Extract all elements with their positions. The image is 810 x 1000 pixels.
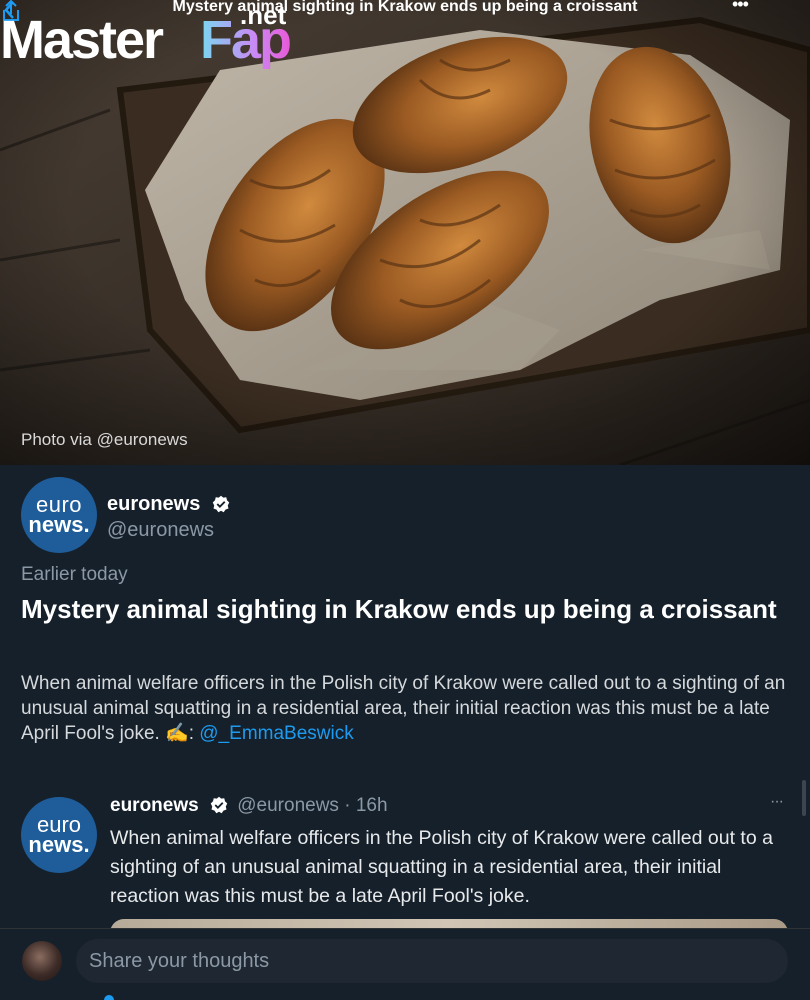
tab-indicator	[104, 995, 114, 1000]
user-avatar[interactable]	[22, 941, 62, 981]
time-label: Earlier today	[21, 564, 128, 585]
tweet-card[interactable]: euro news. euronews @euronews · 16h ··· …	[0, 775, 810, 935]
reply-composer	[0, 928, 810, 1000]
tweet-handle-time: @euronews · 16h	[237, 795, 388, 816]
tweet-header: euronews @euronews · 16h	[110, 795, 388, 817]
author-name: euronews	[107, 493, 201, 515]
author-handle[interactable]: @euronews	[107, 519, 214, 542]
article-summary: When animal welfare officers in the Poli…	[21, 671, 791, 746]
article-headline: Mystery animal sighting in Krakow ends u…	[21, 594, 777, 624]
watermark-text-master: Master	[0, 10, 164, 70]
photo-credit: Photo via @euronews	[21, 430, 188, 449]
tweet-avatar[interactable]: euro news.	[21, 797, 97, 873]
tweet-more-icon[interactable]: ···	[770, 793, 784, 811]
tweet-avatar-line2: news.	[28, 832, 90, 857]
article-card[interactable]: euro news. euronews @euronews Earlier to…	[0, 465, 810, 775]
reply-input[interactable]	[76, 939, 788, 983]
hero-photo[interactable]: Mystery animal sighting in Krakow ends u…	[0, 0, 810, 465]
more-options-icon[interactable]: •••	[732, 0, 749, 15]
verified-badge-icon	[210, 796, 228, 814]
avatar-logo-line2: news.	[28, 512, 90, 537]
scrollbar-thumb[interactable]	[802, 780, 806, 816]
summary-text: When animal welfare officers in the Poli…	[21, 673, 786, 744]
tweet-author-name[interactable]: euronews	[110, 795, 199, 816]
author-name-row[interactable]: euronews	[107, 493, 230, 516]
tweet-body: When animal welfare officers in the Poli…	[110, 827, 773, 907]
verified-badge-icon	[212, 495, 230, 513]
watermark-logo: Master Fap .net	[0, 0, 310, 76]
euronews-avatar[interactable]: euro news.	[21, 477, 97, 553]
mention-link[interactable]: @_EmmaBeswick	[199, 723, 353, 744]
watermark-text-net: .net	[240, 0, 287, 30]
